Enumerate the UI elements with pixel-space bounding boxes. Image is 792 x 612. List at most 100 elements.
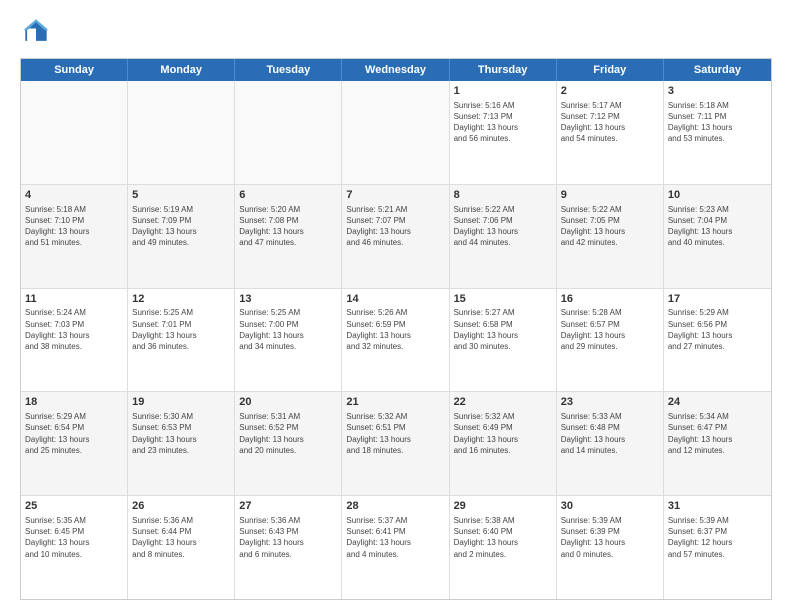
day-info: Sunrise: 5:20 AM Sunset: 7:08 PM Dayligh… xyxy=(239,204,337,249)
day-info: Sunrise: 5:25 AM Sunset: 7:01 PM Dayligh… xyxy=(132,307,230,352)
day-info: Sunrise: 5:29 AM Sunset: 6:56 PM Dayligh… xyxy=(668,307,767,352)
day-number: 30 xyxy=(561,499,659,514)
day-info: Sunrise: 5:27 AM Sunset: 6:58 PM Dayligh… xyxy=(454,307,552,352)
day-number: 11 xyxy=(25,292,123,307)
calendar: SundayMondayTuesdayWednesdayThursdayFrid… xyxy=(20,58,772,600)
day-number: 27 xyxy=(239,499,337,514)
weekday-header-thursday: Thursday xyxy=(450,59,557,81)
day-cell-22: 22Sunrise: 5:32 AM Sunset: 6:49 PM Dayli… xyxy=(450,392,557,495)
empty-cell xyxy=(128,81,235,184)
day-cell-14: 14Sunrise: 5:26 AM Sunset: 6:59 PM Dayli… xyxy=(342,289,449,392)
day-info: Sunrise: 5:29 AM Sunset: 6:54 PM Dayligh… xyxy=(25,411,123,456)
day-number: 25 xyxy=(25,499,123,514)
empty-cell xyxy=(235,81,342,184)
day-number: 15 xyxy=(454,292,552,307)
day-cell-23: 23Sunrise: 5:33 AM Sunset: 6:48 PM Dayli… xyxy=(557,392,664,495)
calendar-body: 1Sunrise: 5:16 AM Sunset: 7:13 PM Daylig… xyxy=(21,81,771,599)
day-info: Sunrise: 5:33 AM Sunset: 6:48 PM Dayligh… xyxy=(561,411,659,456)
day-info: Sunrise: 5:39 AM Sunset: 6:39 PM Dayligh… xyxy=(561,515,659,560)
page: SundayMondayTuesdayWednesdayThursdayFrid… xyxy=(0,0,792,612)
day-cell-20: 20Sunrise: 5:31 AM Sunset: 6:52 PM Dayli… xyxy=(235,392,342,495)
weekday-header-wednesday: Wednesday xyxy=(342,59,449,81)
day-number: 20 xyxy=(239,395,337,410)
day-number: 7 xyxy=(346,188,444,203)
day-info: Sunrise: 5:36 AM Sunset: 6:44 PM Dayligh… xyxy=(132,515,230,560)
day-info: Sunrise: 5:17 AM Sunset: 7:12 PM Dayligh… xyxy=(561,100,659,145)
day-number: 22 xyxy=(454,395,552,410)
day-number: 19 xyxy=(132,395,230,410)
day-cell-28: 28Sunrise: 5:37 AM Sunset: 6:41 PM Dayli… xyxy=(342,496,449,599)
day-number: 5 xyxy=(132,188,230,203)
day-number: 29 xyxy=(454,499,552,514)
day-cell-19: 19Sunrise: 5:30 AM Sunset: 6:53 PM Dayli… xyxy=(128,392,235,495)
day-number: 2 xyxy=(561,84,659,99)
day-cell-12: 12Sunrise: 5:25 AM Sunset: 7:01 PM Dayli… xyxy=(128,289,235,392)
calendar-row-2: 11Sunrise: 5:24 AM Sunset: 7:03 PM Dayli… xyxy=(21,289,771,393)
day-cell-29: 29Sunrise: 5:38 AM Sunset: 6:40 PM Dayli… xyxy=(450,496,557,599)
day-number: 26 xyxy=(132,499,230,514)
day-info: Sunrise: 5:24 AM Sunset: 7:03 PM Dayligh… xyxy=(25,307,123,352)
day-number: 10 xyxy=(668,188,767,203)
day-number: 4 xyxy=(25,188,123,203)
day-cell-24: 24Sunrise: 5:34 AM Sunset: 6:47 PM Dayli… xyxy=(664,392,771,495)
day-info: Sunrise: 5:18 AM Sunset: 7:11 PM Dayligh… xyxy=(668,100,767,145)
day-cell-2: 2Sunrise: 5:17 AM Sunset: 7:12 PM Daylig… xyxy=(557,81,664,184)
day-cell-1: 1Sunrise: 5:16 AM Sunset: 7:13 PM Daylig… xyxy=(450,81,557,184)
day-number: 16 xyxy=(561,292,659,307)
calendar-row-4: 25Sunrise: 5:35 AM Sunset: 6:45 PM Dayli… xyxy=(21,496,771,599)
day-cell-6: 6Sunrise: 5:20 AM Sunset: 7:08 PM Daylig… xyxy=(235,185,342,288)
day-number: 9 xyxy=(561,188,659,203)
weekday-header-tuesday: Tuesday xyxy=(235,59,342,81)
day-info: Sunrise: 5:25 AM Sunset: 7:00 PM Dayligh… xyxy=(239,307,337,352)
day-number: 12 xyxy=(132,292,230,307)
day-number: 1 xyxy=(454,84,552,99)
calendar-header: SundayMondayTuesdayWednesdayThursdayFrid… xyxy=(21,59,771,81)
day-info: Sunrise: 5:23 AM Sunset: 7:04 PM Dayligh… xyxy=(668,204,767,249)
day-info: Sunrise: 5:22 AM Sunset: 7:05 PM Dayligh… xyxy=(561,204,659,249)
day-number: 24 xyxy=(668,395,767,410)
day-cell-13: 13Sunrise: 5:25 AM Sunset: 7:00 PM Dayli… xyxy=(235,289,342,392)
calendar-row-1: 4Sunrise: 5:18 AM Sunset: 7:10 PM Daylig… xyxy=(21,185,771,289)
day-info: Sunrise: 5:35 AM Sunset: 6:45 PM Dayligh… xyxy=(25,515,123,560)
day-number: 14 xyxy=(346,292,444,307)
header xyxy=(20,16,772,48)
day-number: 3 xyxy=(668,84,767,99)
day-cell-4: 4Sunrise: 5:18 AM Sunset: 7:10 PM Daylig… xyxy=(21,185,128,288)
day-info: Sunrise: 5:21 AM Sunset: 7:07 PM Dayligh… xyxy=(346,204,444,249)
day-info: Sunrise: 5:37 AM Sunset: 6:41 PM Dayligh… xyxy=(346,515,444,560)
day-info: Sunrise: 5:32 AM Sunset: 6:51 PM Dayligh… xyxy=(346,411,444,456)
day-info: Sunrise: 5:39 AM Sunset: 6:37 PM Dayligh… xyxy=(668,515,767,560)
day-info: Sunrise: 5:32 AM Sunset: 6:49 PM Dayligh… xyxy=(454,411,552,456)
logo xyxy=(20,16,56,48)
day-info: Sunrise: 5:22 AM Sunset: 7:06 PM Dayligh… xyxy=(454,204,552,249)
calendar-row-3: 18Sunrise: 5:29 AM Sunset: 6:54 PM Dayli… xyxy=(21,392,771,496)
day-number: 8 xyxy=(454,188,552,203)
day-info: Sunrise: 5:19 AM Sunset: 7:09 PM Dayligh… xyxy=(132,204,230,249)
day-number: 13 xyxy=(239,292,337,307)
day-info: Sunrise: 5:28 AM Sunset: 6:57 PM Dayligh… xyxy=(561,307,659,352)
day-cell-3: 3Sunrise: 5:18 AM Sunset: 7:11 PM Daylig… xyxy=(664,81,771,184)
day-number: 17 xyxy=(668,292,767,307)
day-info: Sunrise: 5:36 AM Sunset: 6:43 PM Dayligh… xyxy=(239,515,337,560)
weekday-header-sunday: Sunday xyxy=(21,59,128,81)
day-number: 28 xyxy=(346,499,444,514)
day-info: Sunrise: 5:34 AM Sunset: 6:47 PM Dayligh… xyxy=(668,411,767,456)
day-number: 18 xyxy=(25,395,123,410)
day-number: 6 xyxy=(239,188,337,203)
day-cell-30: 30Sunrise: 5:39 AM Sunset: 6:39 PM Dayli… xyxy=(557,496,664,599)
day-cell-25: 25Sunrise: 5:35 AM Sunset: 6:45 PM Dayli… xyxy=(21,496,128,599)
day-cell-21: 21Sunrise: 5:32 AM Sunset: 6:51 PM Dayli… xyxy=(342,392,449,495)
empty-cell xyxy=(21,81,128,184)
day-cell-8: 8Sunrise: 5:22 AM Sunset: 7:06 PM Daylig… xyxy=(450,185,557,288)
day-info: Sunrise: 5:16 AM Sunset: 7:13 PM Dayligh… xyxy=(454,100,552,145)
day-number: 31 xyxy=(668,499,767,514)
day-cell-11: 11Sunrise: 5:24 AM Sunset: 7:03 PM Dayli… xyxy=(21,289,128,392)
day-cell-5: 5Sunrise: 5:19 AM Sunset: 7:09 PM Daylig… xyxy=(128,185,235,288)
day-cell-15: 15Sunrise: 5:27 AM Sunset: 6:58 PM Dayli… xyxy=(450,289,557,392)
logo-icon xyxy=(20,16,52,48)
weekday-header-monday: Monday xyxy=(128,59,235,81)
empty-cell xyxy=(342,81,449,184)
weekday-header-saturday: Saturday xyxy=(664,59,771,81)
day-info: Sunrise: 5:31 AM Sunset: 6:52 PM Dayligh… xyxy=(239,411,337,456)
day-number: 23 xyxy=(561,395,659,410)
